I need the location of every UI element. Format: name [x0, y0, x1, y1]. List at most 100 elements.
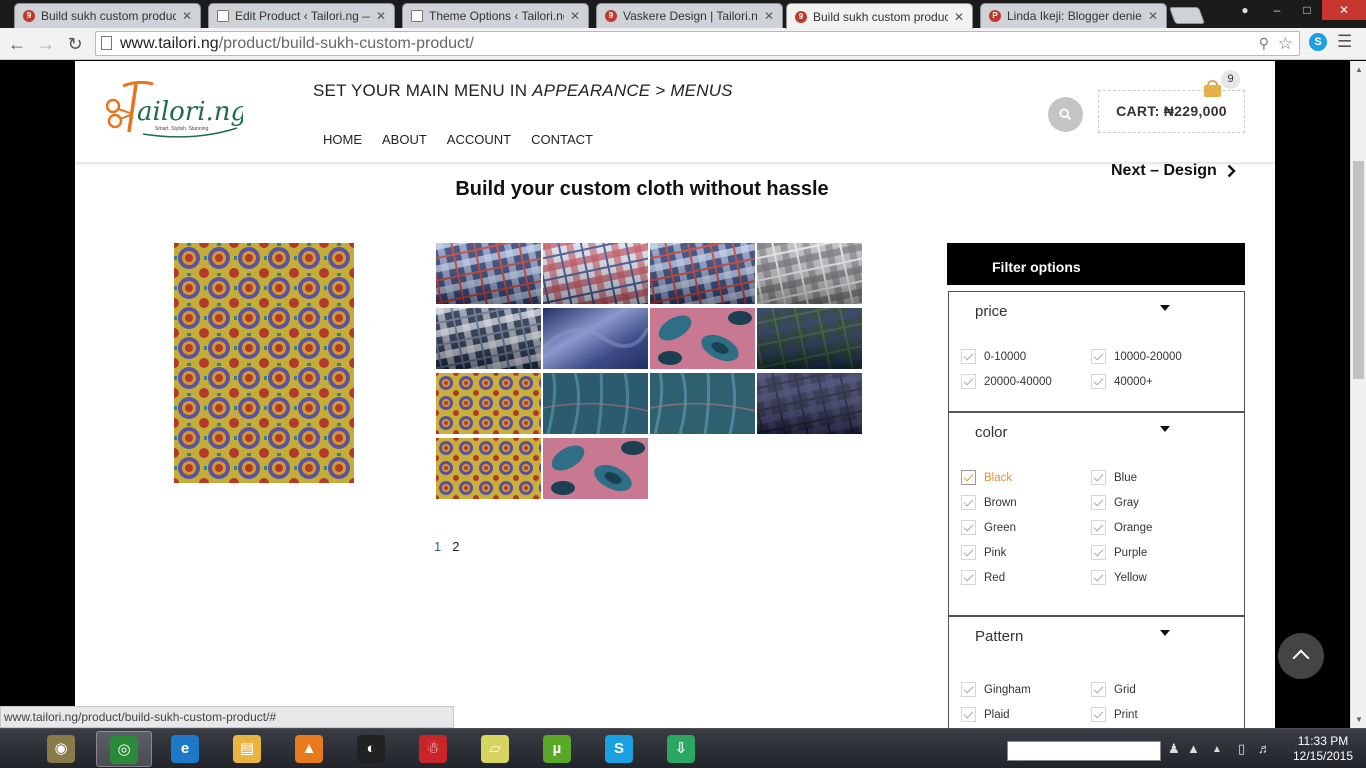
filter-option-print[interactable]: Print [1091, 707, 1138, 722]
filter-checkbox[interactable] [1091, 545, 1106, 560]
filter-checkbox[interactable] [961, 495, 976, 510]
address-bar[interactable]: www.tailori.ng/product/build-sukh-custom… [95, 31, 1300, 56]
scrollbar-thumb[interactable] [1353, 161, 1364, 379]
browser-tab[interactable]: Edit Product ‹ Tailori.ng — ✕ [208, 3, 395, 28]
filter-option-yellow[interactable]: Yellow [1091, 570, 1147, 585]
browser-tab[interactable]: 9 Build sukh custom produc ✕ [14, 3, 201, 28]
maximize-icon[interactable]: □ [1292, 0, 1322, 20]
close-tab-icon[interactable]: ✕ [182, 9, 192, 23]
close-tab-icon[interactable]: ✕ [570, 9, 580, 23]
taskbar-button[interactable]: e [158, 731, 214, 767]
page-link-2[interactable]: 2 [452, 539, 459, 554]
fabric-swatch-ankara-yellow[interactable] [436, 373, 541, 434]
nav-home[interactable]: HOME [323, 132, 362, 147]
fabric-swatch-paisley-teal[interactable] [650, 308, 755, 369]
filter-checkbox[interactable] [1091, 495, 1106, 510]
filter-option-red[interactable]: Red [961, 570, 1005, 585]
fabric-swatch-plaid-gray[interactable] [757, 243, 862, 304]
filter-checkbox[interactable] [961, 374, 976, 389]
filter-checkbox[interactable] [1091, 470, 1106, 485]
fabric-swatch-paisley-teal-2[interactable] [543, 438, 648, 499]
filter-checkbox[interactable] [1091, 349, 1106, 364]
tray-app-icon[interactable]: ▲ [1187, 741, 1200, 756]
reload-icon[interactable]: ↻ [63, 32, 87, 56]
minimize-icon[interactable]: – [1262, 0, 1292, 20]
fabric-swatch-lace-teal[interactable] [543, 373, 648, 434]
shopping-bag-icon[interactable] [1203, 80, 1222, 97]
browser-tab[interactable]: P Linda Ikeji: Blogger denies ✕ [980, 3, 1167, 28]
nav-contact[interactable]: CONTACT [531, 132, 593, 147]
nav-about[interactable]: ABOUT [382, 132, 427, 147]
taskbar-search-field[interactable] [1007, 741, 1161, 761]
filter-option-10000-20000[interactable]: 10000-20000 [1091, 349, 1182, 364]
key-icon[interactable]: ⚲ [1259, 32, 1269, 55]
bookmark-star-icon[interactable]: ☆ [1278, 32, 1293, 55]
filter-checkbox[interactable] [1091, 707, 1106, 722]
caret-down-icon[interactable] [1160, 305, 1170, 311]
close-tab-icon[interactable]: ✕ [764, 9, 774, 23]
network-people-icon[interactable]: ♟ [1168, 741, 1180, 757]
fabric-swatch-plaid-blue-red-2[interactable] [650, 243, 755, 304]
filter-checkbox[interactable] [961, 707, 976, 722]
close-window-icon[interactable]: ✕ [1322, 0, 1366, 20]
search-button[interactable] [1048, 97, 1083, 132]
skype-extension-icon[interactable]: S [1309, 33, 1327, 51]
tailori-logo[interactable]: ailori.ng Smart. Stylish. Stunning [103, 76, 243, 146]
fabric-swatch-plaid-navy-white[interactable] [436, 308, 541, 369]
scroll-to-top-button[interactable] [1278, 633, 1324, 679]
filter-checkbox[interactable] [1091, 374, 1106, 389]
filter-checkbox[interactable] [961, 545, 976, 560]
user-icon[interactable]: ● [1230, 0, 1260, 20]
filter-checkbox[interactable] [1091, 682, 1106, 697]
filter-group-title[interactable]: price [975, 303, 1008, 320]
filter-option-20000-40000[interactable]: 20000-40000 [961, 374, 1052, 389]
filter-option-plaid[interactable]: Plaid [961, 707, 1010, 722]
nav-account[interactable]: ACCOUNT [447, 132, 511, 147]
taskbar-button[interactable]: ▤ [220, 731, 276, 767]
filter-checkbox[interactable] [1091, 520, 1106, 535]
filter-option-pink[interactable]: Pink [961, 545, 1006, 560]
filter-option-0-10000[interactable]: 0-10000 [961, 349, 1026, 364]
fabric-swatch-plaid-blue-red[interactable] [436, 243, 541, 304]
battery-icon[interactable]: ▯ [1238, 741, 1245, 757]
browser-tab[interactable]: Theme Options ‹ Tailori.ng ✕ [402, 3, 589, 28]
caret-down-icon[interactable] [1160, 426, 1170, 432]
filter-option-green[interactable]: Green [961, 520, 1016, 535]
filter-option-black[interactable]: Black [961, 470, 1012, 485]
volume-icon[interactable]: ♬ [1258, 741, 1271, 756]
filter-group-title[interactable]: color [975, 424, 1008, 441]
chrome-menu-icon[interactable]: ☰ [1337, 32, 1352, 52]
filter-checkbox[interactable] [961, 520, 976, 535]
filter-checkbox[interactable] [961, 682, 976, 697]
caret-down-icon[interactable] [1160, 630, 1170, 636]
show-hidden-icons-icon[interactable]: ▲ [1212, 744, 1222, 755]
page-scrollbar[interactable]: ▲ ▼ [1350, 61, 1366, 728]
fabric-swatch-tartan-green[interactable] [757, 308, 862, 369]
filter-checkbox[interactable] [961, 470, 976, 485]
taskbar-button[interactable]: ☃ [406, 731, 462, 767]
filter-option-grid[interactable]: Grid [1091, 682, 1136, 697]
filter-option-gingham[interactable]: Gingham [961, 682, 1031, 697]
filter-checkbox[interactable] [961, 570, 976, 585]
taskbar-button[interactable]: µ [530, 731, 586, 767]
fabric-swatch-gingham-navy[interactable] [757, 373, 862, 434]
filter-checkbox[interactable] [1091, 570, 1106, 585]
scroll-up-arrow-icon[interactable]: ▲ [1355, 65, 1363, 74]
cart-button[interactable]: CART: ₦229,000 [1098, 90, 1245, 133]
new-tab-button[interactable] [1168, 7, 1206, 24]
taskbar-button[interactable]: ⇩ [654, 731, 710, 767]
filter-group-title[interactable]: Pattern [975, 628, 1023, 645]
close-tab-icon[interactable]: ✕ [376, 9, 386, 23]
close-tab-icon[interactable]: ✕ [1148, 9, 1158, 23]
filter-option-purple[interactable]: Purple [1091, 545, 1147, 560]
filter-option-brown[interactable]: Brown [961, 495, 1017, 510]
system-clock[interactable]: 11:33 PM 12/15/2015 [1283, 734, 1363, 764]
browser-tab[interactable]: 9 Vaskere Design | Tailori.ng ✕ [596, 3, 783, 28]
taskbar-button[interactable]: ▱ [468, 731, 524, 767]
fabric-swatch-ankara-yellow-2[interactable] [436, 438, 541, 499]
filter-option-40000-[interactable]: 40000+ [1091, 374, 1153, 389]
forward-icon[interactable]: → [34, 32, 58, 56]
fabric-swatch-plaid-red-white[interactable] [543, 243, 648, 304]
browser-tab[interactable]: 9 Build sukh custom produc ✕ [786, 3, 973, 29]
fabric-swatch-satin-blue[interactable] [543, 308, 648, 369]
